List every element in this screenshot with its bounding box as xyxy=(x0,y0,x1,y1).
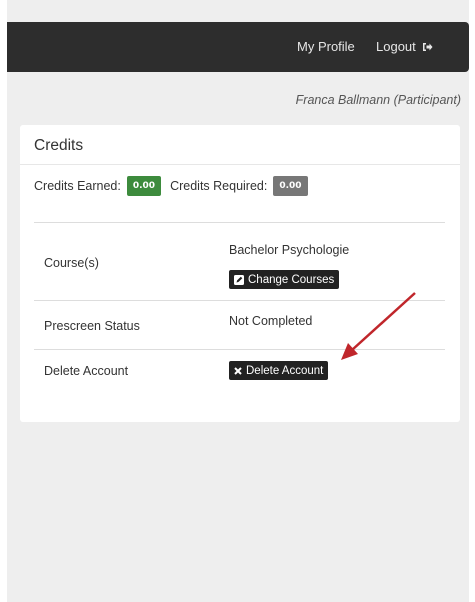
panel-title: Credits xyxy=(34,137,84,154)
credits-summary: Credits Earned: 0.00 Credits Required: 0… xyxy=(34,176,308,196)
sign-out-icon xyxy=(422,23,433,73)
top-navbar: My Profile Logout xyxy=(7,22,469,72)
prescreen-status: Not Completed xyxy=(229,314,313,328)
logout-link[interactable]: Logout xyxy=(376,22,433,72)
change-courses-label: Change Courses xyxy=(248,273,335,286)
panel-divider xyxy=(20,164,460,165)
credits-required-badge: 0.00 xyxy=(273,176,308,196)
credits-earned-label: Credits Earned: xyxy=(34,179,121,193)
delete-account-button[interactable]: Delete Account xyxy=(229,361,329,380)
change-courses-button[interactable]: Change Courses xyxy=(229,270,340,289)
participant-name: Franca Ballmann (Participant) xyxy=(295,93,461,107)
credits-earned-badge: 0.00 xyxy=(126,176,162,196)
delete-account-button-label: Delete Account xyxy=(246,364,324,377)
close-icon xyxy=(234,366,242,375)
courses-label: Course(s) xyxy=(44,256,99,270)
table-row-delete: Delete Account Delete Account xyxy=(34,350,445,391)
delete-account-label: Delete Account xyxy=(44,364,129,378)
prescreen-label: Prescreen Status xyxy=(44,319,140,333)
credits-required-label: Credits Required: xyxy=(170,179,268,193)
table-row-courses: Course(s) Bachelor Psychologie Change Co… xyxy=(34,223,445,301)
account-table: Course(s) Bachelor Psychologie Change Co… xyxy=(34,222,445,391)
edit-icon xyxy=(234,274,244,285)
courses-value: Bachelor Psychologie xyxy=(229,243,350,257)
table-row-prescreen: Prescreen Status Not Completed xyxy=(34,301,445,350)
my-profile-link[interactable]: My Profile xyxy=(297,22,355,72)
logout-label: Logout xyxy=(376,39,416,54)
credits-panel: Credits Credits Earned: 0.00 Credits Req… xyxy=(20,125,460,422)
